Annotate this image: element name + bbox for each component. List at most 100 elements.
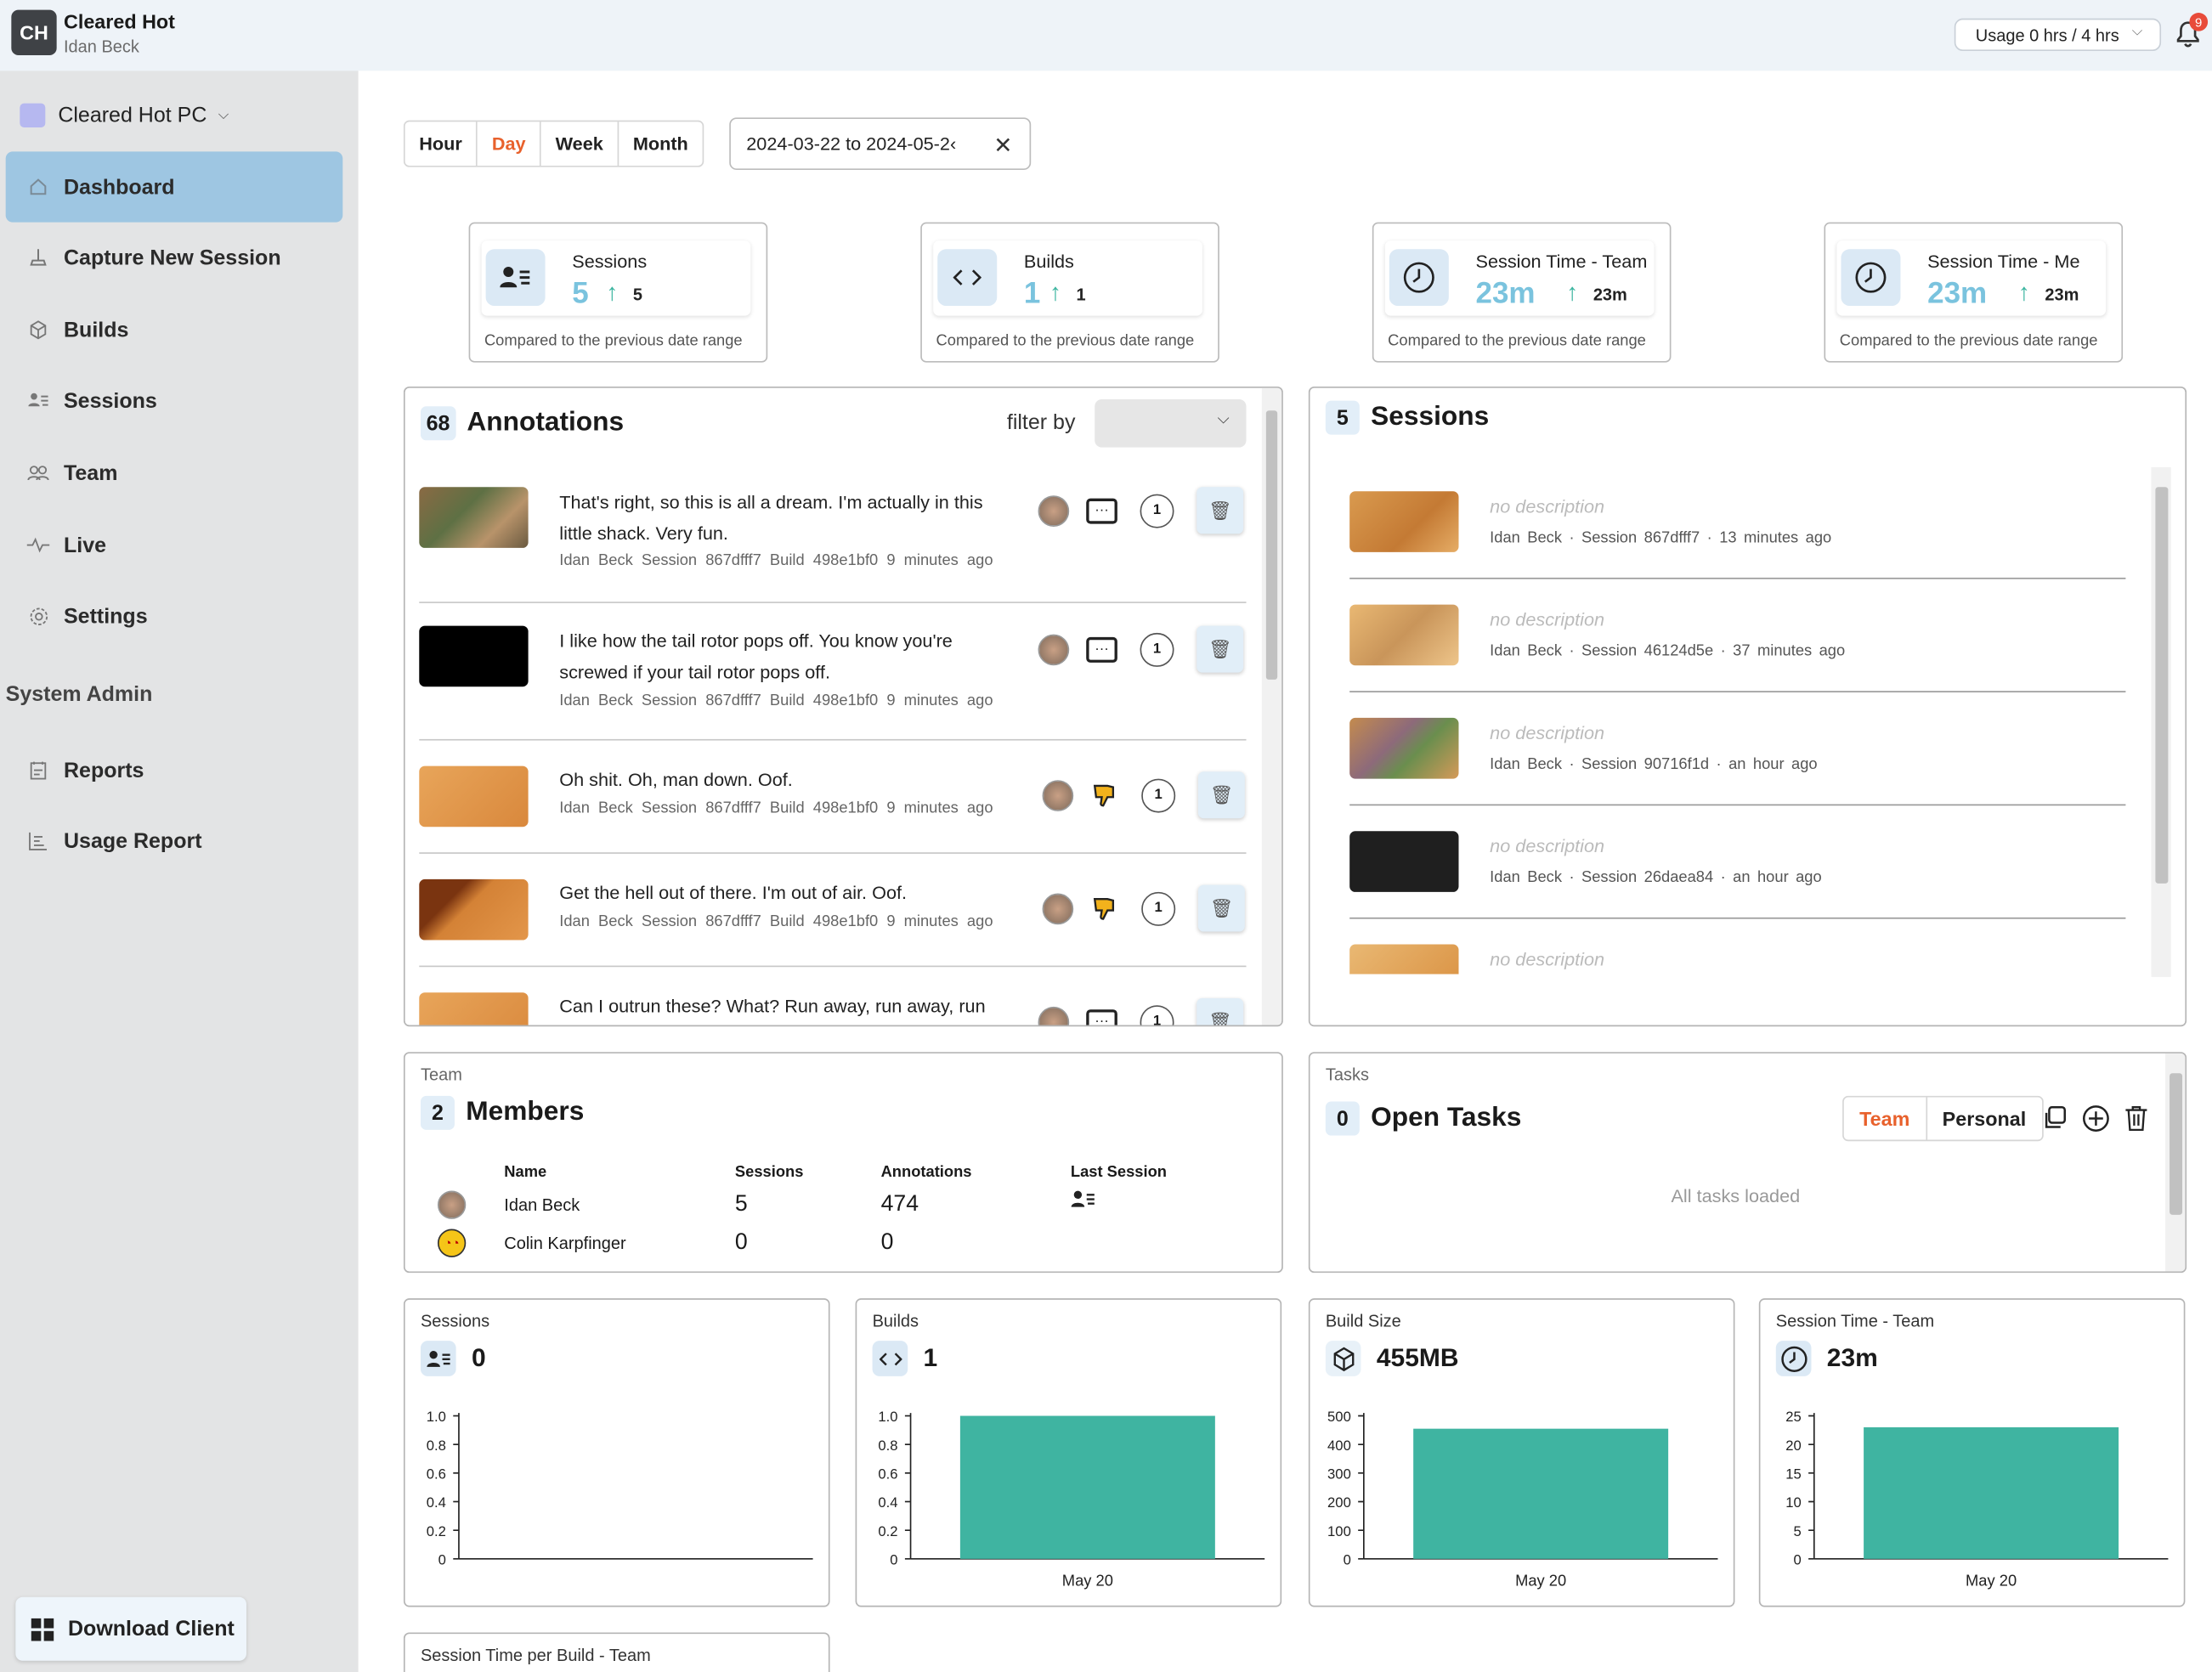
usage-dropdown[interactable]: Usage 0 hrs / 4 hrs ⌵ xyxy=(1954,18,2162,51)
tasks-scrollbar[interactable] xyxy=(2165,1053,2186,1272)
annotation-thumbnail[interactable] xyxy=(419,487,529,548)
add-icon[interactable] xyxy=(2082,1104,2110,1133)
member-annotations: 474 xyxy=(880,1192,919,1217)
session-time-chart: 25 20 15 10 5 0 May 20 xyxy=(1785,1409,2169,1589)
reply-count[interactable]: 1 xyxy=(1140,1004,1174,1025)
tab-team[interactable]: Team xyxy=(1844,1097,1927,1140)
tasks-section-label: Tasks xyxy=(1325,1065,1369,1085)
scrollbar-thumb[interactable] xyxy=(1265,410,1278,680)
reply-count[interactable]: 1 xyxy=(1141,777,1176,812)
sidebar-item-sessions[interactable]: Sessions xyxy=(6,365,343,436)
delete-button[interactable]: 🗑 xyxy=(1197,884,1245,932)
stat-value: 5 xyxy=(572,277,589,310)
annotation-thumbnail[interactable] xyxy=(419,878,529,940)
builds-chart: 1.0 0.8 0.6 0.4 0.2 0 May 20 xyxy=(878,1409,1265,1589)
tab-personal[interactable]: Personal xyxy=(1926,1098,2041,1140)
reply-count[interactable]: 1 xyxy=(1140,493,1174,528)
column-header-name: Name xyxy=(504,1163,547,1181)
tasks-count: 0 xyxy=(1325,1101,1360,1136)
sidebar-item-reports[interactable]: Reports xyxy=(6,735,343,805)
session-thumbnail[interactable] xyxy=(1349,491,1459,552)
annotations-scrollbar[interactable] xyxy=(1261,387,1282,1025)
chart-bar xyxy=(1864,1426,2119,1559)
y-tick-label: 0.2 xyxy=(878,1523,897,1539)
member-sessions: 0 xyxy=(734,1230,748,1255)
y-tick-label: 0.8 xyxy=(427,1438,446,1454)
reply-count[interactable]: 1 xyxy=(1141,891,1176,926)
stat-delta: 5 xyxy=(632,284,643,305)
column-header-annotations: Annotations xyxy=(880,1163,972,1181)
members-title: Members xyxy=(466,1097,585,1127)
date-range-input[interactable]: 2024-03-22 to 2024-05-2‹ ✕ xyxy=(729,117,1032,170)
sessions-icon[interactable] xyxy=(1071,1189,1096,1209)
session-item[interactable]: no description Idan Beck · Session 26dae… xyxy=(1349,805,2126,919)
session-thumbnail[interactable] xyxy=(1349,831,1459,892)
scrollbar-thumb[interactable] xyxy=(2170,1073,2183,1215)
thumbs-down-icon[interactable] xyxy=(1090,781,1118,809)
trash-icon[interactable] xyxy=(2124,1104,2148,1132)
annotations-title: Annotations xyxy=(467,407,625,438)
sidebar-item-usage-report[interactable]: Usage Report xyxy=(6,805,343,876)
tab-week[interactable]: Week xyxy=(541,121,619,166)
annotation-item[interactable]: That's right, so this is all a dream. I'… xyxy=(419,473,1247,603)
workspace-selector[interactable]: Cleared Hot PC ⌵ xyxy=(20,103,229,127)
annotation-meta: Idan Beck Session 867dfff7 Build 498e1bf… xyxy=(559,799,993,817)
chevron-down-icon: ⌵ xyxy=(2131,24,2143,40)
member-name[interactable]: Colin Karpfinger xyxy=(504,1234,625,1253)
reply-count[interactable]: 1 xyxy=(1140,632,1174,667)
annotation-text: Oh shit. Oh, man down. Oof. xyxy=(559,768,793,790)
stat-label: Session Time - Me xyxy=(1927,250,2080,272)
session-item[interactable]: no description Idan Beck · Session 867df… xyxy=(1349,466,2126,579)
delete-button[interactable]: 🗑 xyxy=(1197,625,1244,673)
sidebar-item-live[interactable]: Live xyxy=(6,510,343,580)
annotation-thumbnail[interactable] xyxy=(419,992,529,1025)
stat-card-session-time-me: Session Time - Me 23m ↑ 23m Compared to … xyxy=(1824,222,2124,363)
session-thumbnail[interactable] xyxy=(1349,717,1459,779)
stat-value: 1 xyxy=(1023,277,1041,310)
filter-select[interactable]: ⌵ xyxy=(1095,398,1247,448)
comment-icon[interactable]: ··· xyxy=(1086,636,1117,663)
chart-summary-value: 23m xyxy=(1826,1343,1878,1372)
y-tick-label: 0 xyxy=(438,1551,446,1568)
sessions-scrollbar[interactable] xyxy=(2151,466,2171,977)
tasks-title: Open Tasks xyxy=(1371,1103,1522,1133)
comment-icon[interactable]: ··· xyxy=(1086,1008,1117,1025)
download-client-button[interactable]: Download Client xyxy=(15,1596,246,1661)
sidebar-item-dashboard[interactable]: Dashboard xyxy=(5,151,343,223)
org-logo[interactable]: CH xyxy=(11,9,57,55)
clock-icon xyxy=(1841,249,1901,306)
tab-month[interactable]: Month xyxy=(619,121,702,166)
tab-hour[interactable]: Hour xyxy=(405,121,478,166)
delete-button[interactable]: 🗑 xyxy=(1197,487,1244,534)
annotation-text: Can I outrun these? What? Run away, run … xyxy=(559,995,986,1017)
annotation-item[interactable]: Get the hell out of there. I'm out of ai… xyxy=(419,854,1247,968)
sidebar-item-builds[interactable]: Builds xyxy=(6,295,343,365)
sidebar-item-settings[interactable]: Settings xyxy=(6,580,343,651)
chart-card-session-time-team: Session Time - Team 23m 25 20 15 10 5 0 May 20 xyxy=(1758,1298,2186,1607)
comment-icon[interactable]: ··· xyxy=(1086,497,1117,523)
stat-delta: 1 xyxy=(1076,284,1086,305)
delete-button[interactable]: 🗑 xyxy=(1197,997,1244,1025)
tab-day[interactable]: Day xyxy=(478,121,541,166)
scrollbar-thumb[interactable] xyxy=(2155,487,2169,884)
tasks-tabs: Team Personal xyxy=(1842,1095,2044,1142)
annotation-item[interactable]: I like how the tail rotor pops off. You … xyxy=(419,603,1247,741)
chart-title: Session Time per Build - Team xyxy=(420,1645,651,1665)
session-item[interactable]: no description Idan Beck · Session 90716… xyxy=(1349,692,2126,806)
y-tick-label: 1.0 xyxy=(878,1409,897,1425)
close-icon[interactable]: ✕ xyxy=(993,132,1012,160)
sidebar-item-capture[interactable]: Capture New Session xyxy=(6,223,343,293)
delete-button[interactable]: 🗑 xyxy=(1197,771,1245,819)
thumbs-down-icon[interactable] xyxy=(1090,894,1118,922)
annotation-thumbnail[interactable] xyxy=(419,765,529,828)
annotation-thumbnail[interactable] xyxy=(419,625,529,687)
sidebar-item-team[interactable]: Team xyxy=(6,438,343,508)
stat-label: Session Time - Team xyxy=(1475,250,1648,272)
member-name[interactable]: Idan Beck xyxy=(504,1195,580,1215)
session-item[interactable]: no description Idan Beck · Session 46124… xyxy=(1349,579,2126,692)
session-thumbnail[interactable] xyxy=(1349,604,1459,666)
annotation-item[interactable]: Oh shit. Oh, man down. Oof. Idan Beck Se… xyxy=(419,741,1247,854)
copy-icon[interactable] xyxy=(2042,1105,2068,1132)
annotation-actions: ··· 1 🗑 xyxy=(1038,487,1244,534)
annotation-item[interactable]: Can I outrun these? What? Run away, run … xyxy=(419,967,1246,1025)
